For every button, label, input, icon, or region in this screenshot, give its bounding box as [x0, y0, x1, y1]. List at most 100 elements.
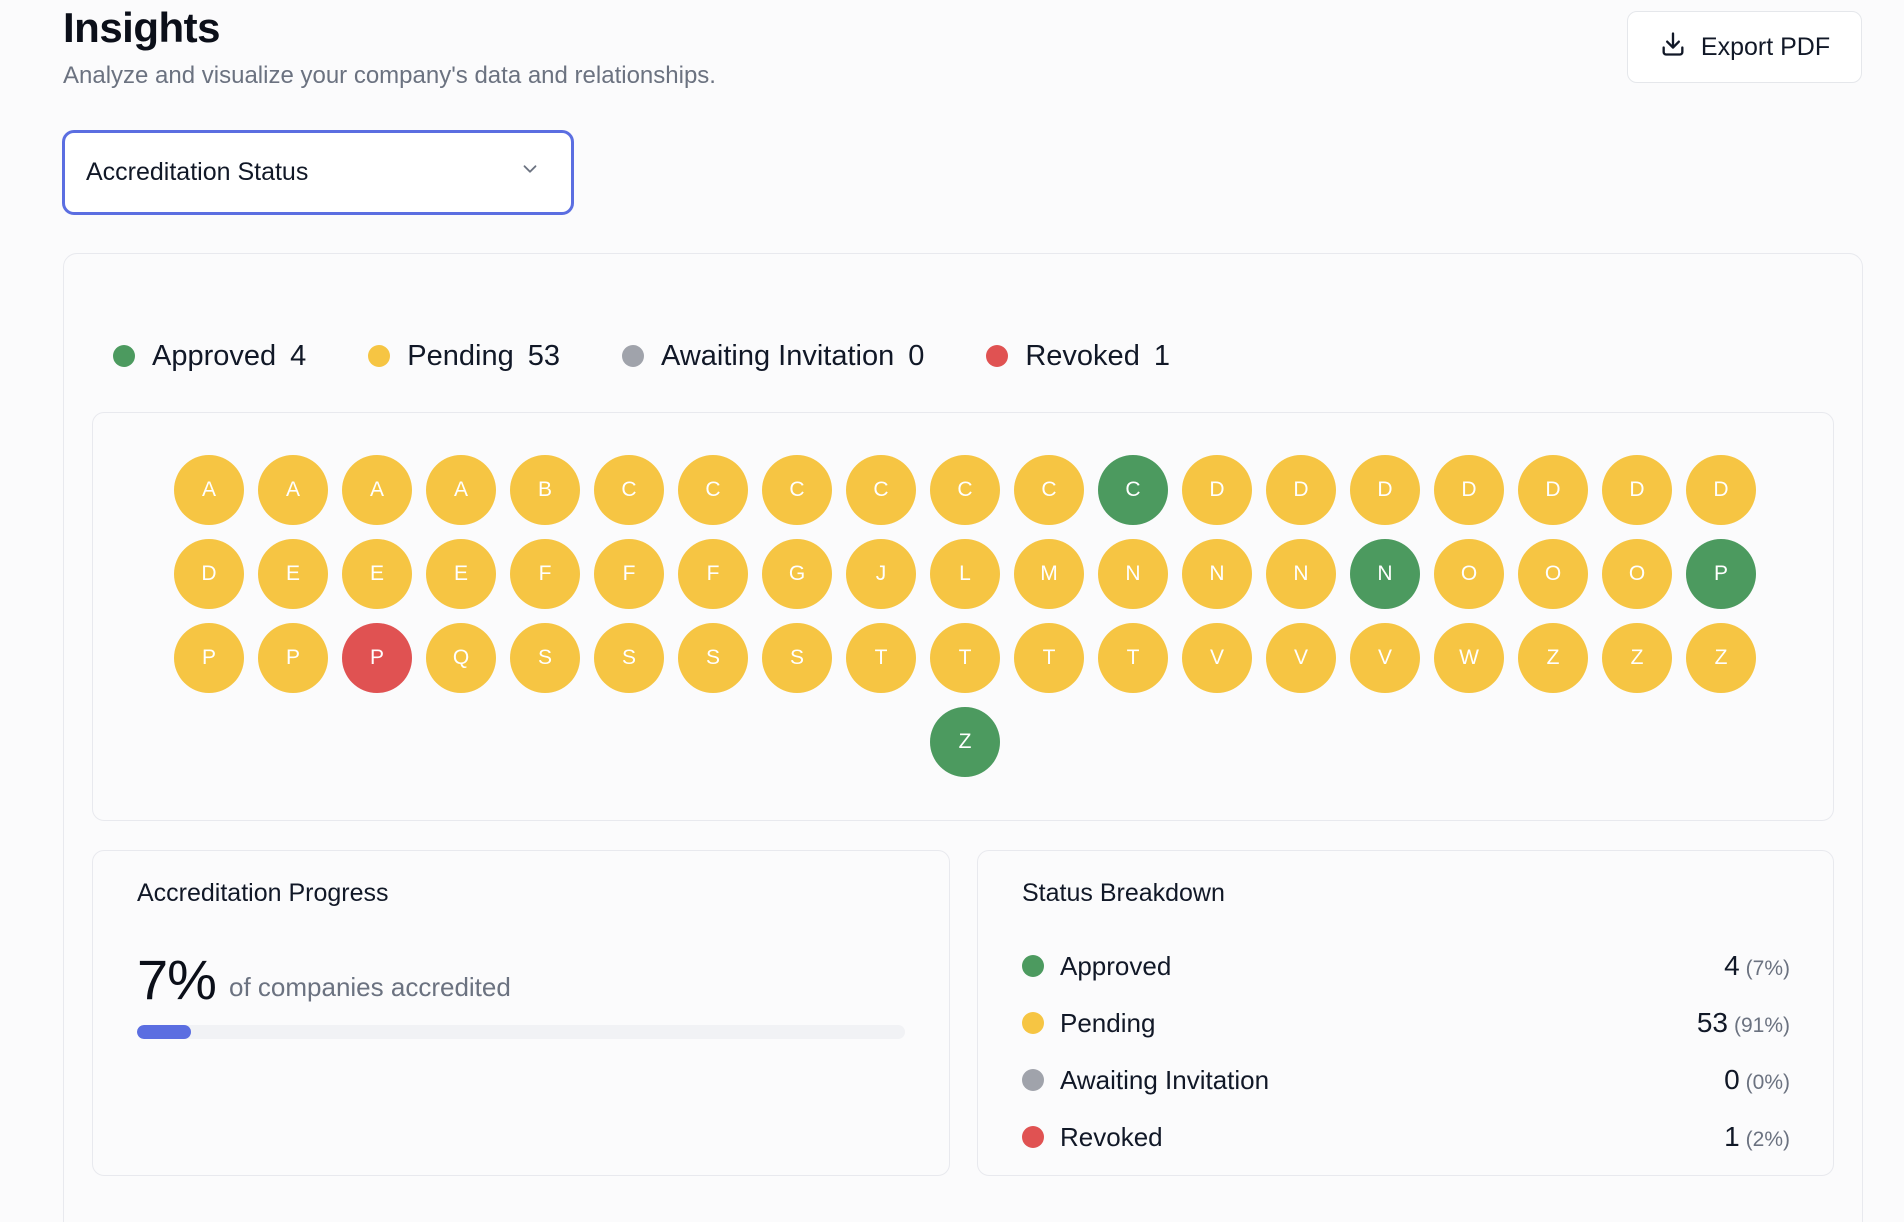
company-bubble[interactable]: D — [174, 539, 244, 609]
company-bubble[interactable]: L — [930, 539, 1000, 609]
download-icon — [1659, 30, 1687, 65]
progress-percent: 7% — [137, 948, 217, 1011]
revoked-dot-icon — [986, 345, 1009, 367]
company-bubble[interactable]: T — [1014, 623, 1084, 693]
company-bubble[interactable]: A — [342, 455, 412, 525]
breakdown-row-awaiting: Awaiting Invitation 0 (0%) — [1022, 1060, 1790, 1100]
company-bubble[interactable]: V — [1182, 623, 1252, 693]
company-bubble[interactable]: N — [1098, 539, 1168, 609]
company-bubble[interactable]: C — [762, 455, 832, 525]
company-bubble[interactable]: C — [846, 455, 916, 525]
company-bubble[interactable]: F — [510, 539, 580, 609]
progress-caption: of companies accredited — [229, 972, 511, 1002]
legend-item-revoked: Revoked 1 — [986, 340, 1170, 373]
breakdown-row-revoked: Revoked 1 (2%) — [1022, 1117, 1790, 1157]
company-bubble[interactable]: Z — [1602, 623, 1672, 693]
approved-dot-icon — [1022, 955, 1044, 977]
company-bubble[interactable]: V — [1266, 623, 1336, 693]
breakdown-card-title: Status Breakdown — [1022, 879, 1225, 907]
company-bubble-grid: AAAABCCCCCCCDDDDDDDDEEEFFFGJLMNNNNOOOPPP… — [173, 455, 1757, 777]
company-bubble[interactable]: J — [846, 539, 916, 609]
company-bubble[interactable]: E — [426, 539, 496, 609]
company-bubble[interactable]: S — [594, 623, 664, 693]
company-bubble[interactable]: T — [1098, 623, 1168, 693]
company-bubble[interactable]: S — [510, 623, 580, 693]
legend-item-approved: Approved 4 — [113, 340, 306, 373]
legend-count: 53 — [527, 339, 560, 372]
company-bubble[interactable]: E — [258, 539, 328, 609]
insight-type-select[interactable]: Accreditation Status — [62, 130, 574, 215]
company-bubble[interactable]: D — [1686, 455, 1756, 525]
legend-item-awaiting: Awaiting Invitation 0 — [622, 340, 924, 373]
company-bubble[interactable]: N — [1350, 539, 1420, 609]
company-bubble[interactable]: V — [1350, 623, 1420, 693]
legend-label: Revoked — [1025, 339, 1140, 372]
breakdown-percent: (91%) — [1733, 1014, 1790, 1037]
company-bubble[interactable]: C — [678, 455, 748, 525]
company-bubble[interactable]: D — [1350, 455, 1420, 525]
export-pdf-button[interactable]: Export PDF — [1627, 11, 1862, 83]
company-bubble[interactable]: O — [1518, 539, 1588, 609]
company-bubble[interactable]: P — [258, 623, 328, 693]
progress-card-title: Accreditation Progress — [137, 879, 389, 907]
legend-count: 1 — [1153, 339, 1170, 372]
company-bubble[interactable]: G — [762, 539, 832, 609]
company-bubble[interactable]: D — [1434, 455, 1504, 525]
company-bubble[interactable]: F — [678, 539, 748, 609]
company-bubbles-card: AAAABCCCCCCCDDDDDDDDEEEFFFGJLMNNNNOOOPPP… — [92, 412, 1834, 821]
company-bubble[interactable]: D — [1518, 455, 1588, 525]
company-bubble[interactable]: P — [1686, 539, 1756, 609]
legend-label: Approved — [152, 339, 277, 372]
legend-label: Awaiting Invitation — [661, 339, 895, 372]
company-bubble[interactable]: Z — [1686, 623, 1756, 693]
legend-label: Pending — [407, 339, 514, 372]
company-bubble[interactable]: N — [1266, 539, 1336, 609]
legend-item-pending: Pending 53 — [368, 340, 560, 373]
legend-count: 4 — [290, 339, 307, 372]
company-bubble[interactable]: S — [678, 623, 748, 693]
select-value: Accreditation Status — [86, 158, 309, 186]
status-legend: Approved 4 Pending 53 Awaiting Invitatio… — [113, 338, 1232, 374]
company-bubble[interactable]: S — [762, 623, 832, 693]
awaiting-dot-icon — [622, 345, 644, 367]
company-bubble[interactable]: A — [426, 455, 496, 525]
company-bubble[interactable]: P — [342, 623, 412, 693]
company-bubble[interactable]: D — [1602, 455, 1672, 525]
page-title: Insights — [63, 4, 221, 51]
awaiting-dot-icon — [1022, 1069, 1044, 1091]
breakdown-label: Pending — [1060, 1007, 1156, 1038]
company-bubble[interactable]: Z — [1518, 623, 1588, 693]
company-bubble[interactable]: F — [594, 539, 664, 609]
company-bubble[interactable]: Z — [930, 707, 1000, 777]
company-bubble[interactable]: T — [846, 623, 916, 693]
breakdown-row-pending: Pending 53 (91%) — [1022, 1003, 1790, 1043]
company-bubble[interactable]: D — [1266, 455, 1336, 525]
pending-dot-icon — [1022, 1012, 1044, 1034]
page-subtitle: Analyze and visualize your company's dat… — [63, 62, 716, 89]
company-bubble[interactable]: A — [258, 455, 328, 525]
company-bubble[interactable]: D — [1182, 455, 1252, 525]
company-bubble[interactable]: N — [1182, 539, 1252, 609]
company-bubble[interactable]: Q — [426, 623, 496, 693]
company-bubble[interactable]: T — [930, 623, 1000, 693]
company-bubble[interactable]: O — [1602, 539, 1672, 609]
company-bubble[interactable]: C — [1014, 455, 1084, 525]
progress-bar-track — [137, 1025, 905, 1039]
chevron-down-icon — [519, 158, 541, 187]
breakdown-percent: (0%) — [1745, 1071, 1790, 1094]
progress-bar-fill — [137, 1025, 191, 1039]
company-bubble[interactable]: P — [174, 623, 244, 693]
company-bubble[interactable]: A — [174, 455, 244, 525]
company-bubble[interactable]: C — [1098, 455, 1168, 525]
breakdown-count: 0 — [1724, 1064, 1740, 1095]
company-bubble[interactable]: W — [1434, 623, 1504, 693]
breakdown-count: 4 — [1724, 950, 1740, 981]
company-bubble[interactable]: B — [510, 455, 580, 525]
breakdown-label: Revoked — [1060, 1121, 1163, 1152]
company-bubble[interactable]: E — [342, 539, 412, 609]
company-bubble[interactable]: O — [1434, 539, 1504, 609]
company-bubble[interactable]: C — [594, 455, 664, 525]
company-bubble[interactable]: M — [1014, 539, 1084, 609]
company-bubble[interactable]: C — [930, 455, 1000, 525]
breakdown-percent: (7%) — [1745, 957, 1790, 980]
